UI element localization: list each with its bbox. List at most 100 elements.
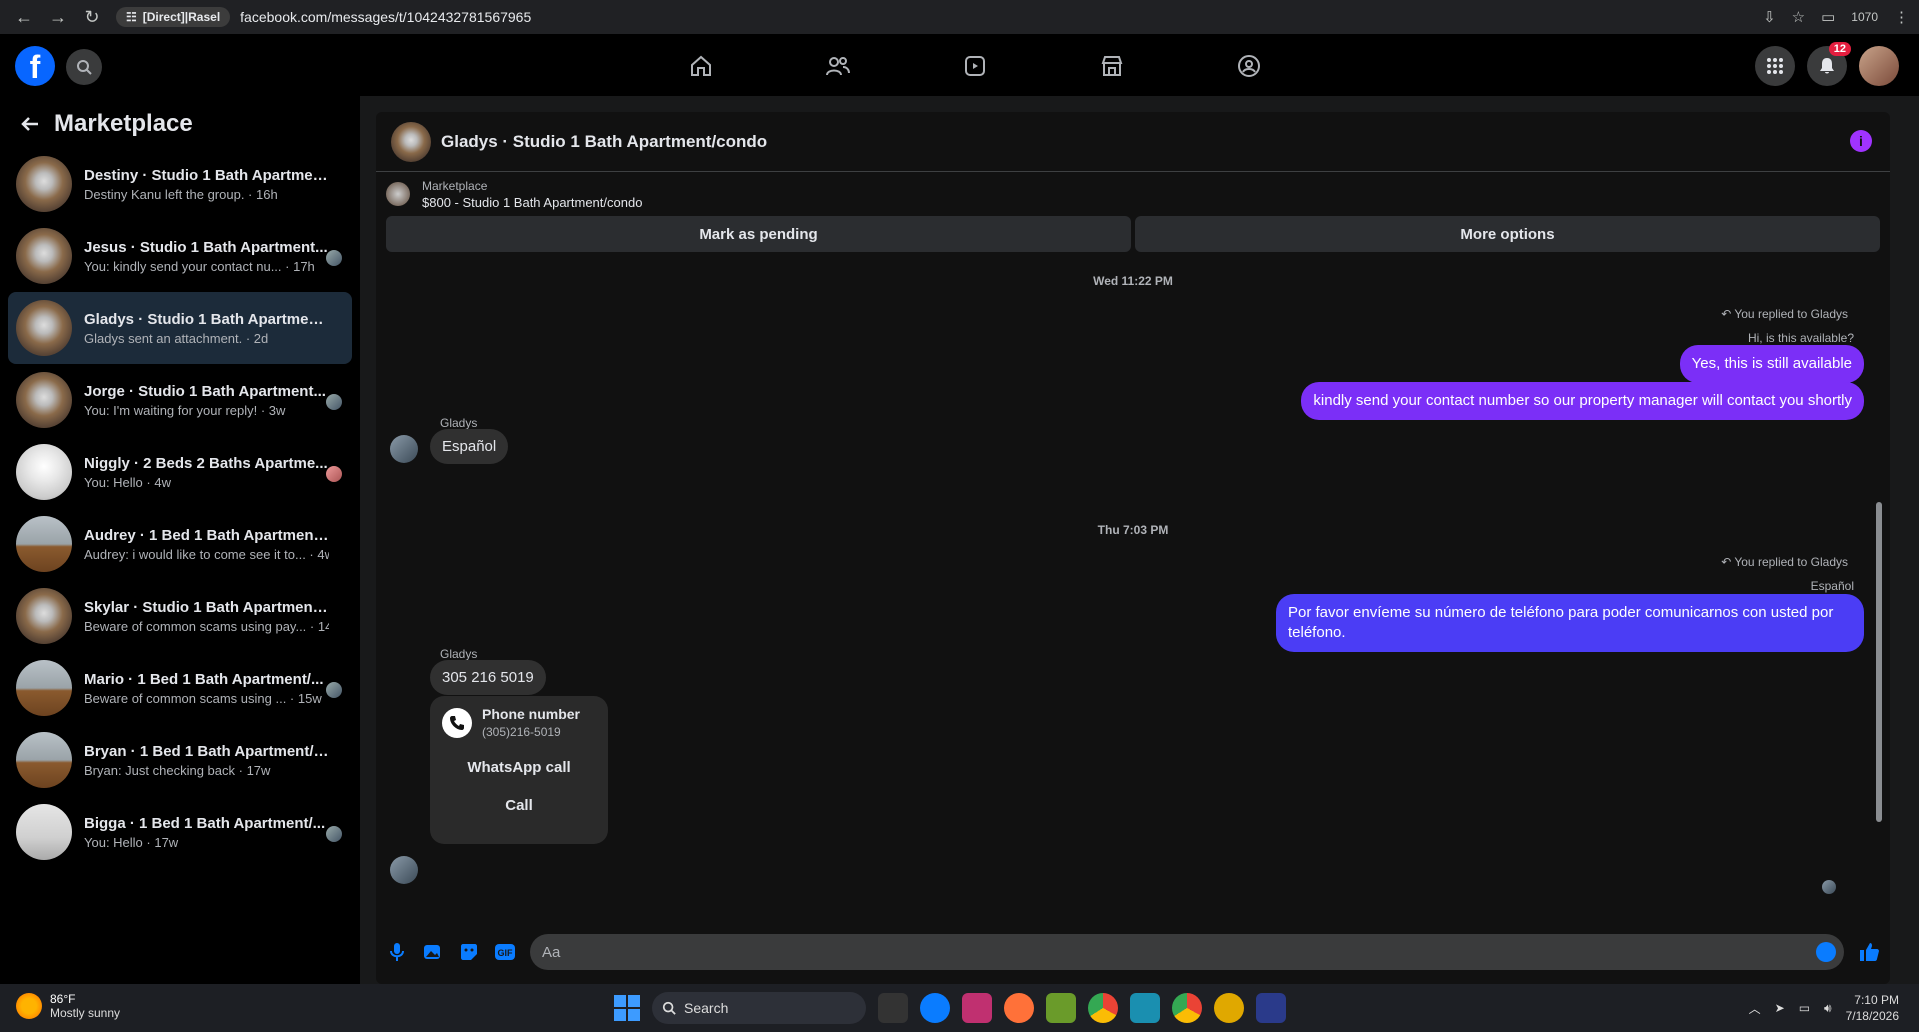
photo-icon[interactable] bbox=[422, 941, 444, 963]
time: 7:10 PM bbox=[1854, 993, 1899, 1007]
listing-thumbnail bbox=[16, 516, 72, 572]
edge-icon[interactable] bbox=[920, 993, 950, 1023]
conversation-preview: You: I'm waiting for your reply! · 3w bbox=[84, 402, 286, 418]
home-icon[interactable] bbox=[632, 46, 769, 86]
profile-avatar[interactable] bbox=[1859, 46, 1899, 86]
sidebar-title: Marketplace bbox=[54, 110, 193, 137]
install-icon[interactable]: ⇩ bbox=[1763, 8, 1776, 26]
emoji-icon[interactable] bbox=[1816, 942, 1836, 962]
conversation-item[interactable]: Mario · 1 Bed 1 Bath Apartment/... Beware… bbox=[8, 652, 352, 724]
marketplace-icon[interactable] bbox=[1043, 46, 1180, 86]
video-icon[interactable] bbox=[906, 46, 1043, 86]
conversation-item[interactable]: Audrey · 1 Bed 1 Bath Apartment/c... Audr… bbox=[8, 508, 352, 580]
outgoing-message[interactable]: Yes, this is still available bbox=[1679, 345, 1864, 383]
chat-title[interactable]: Gladys · Studio 1 Bath Apartment/condo bbox=[441, 132, 767, 152]
call-button[interactable]: Call bbox=[430, 787, 608, 825]
bell-icon bbox=[1820, 58, 1834, 74]
forward-icon[interactable]: → bbox=[44, 3, 72, 31]
chat-avatar[interactable] bbox=[391, 121, 431, 162]
conversation-item[interactable]: Gladys · Studio 1 Bath Apartment/... Glad… bbox=[8, 292, 352, 364]
back-arrow-icon[interactable] bbox=[20, 114, 40, 134]
notepad-icon[interactable] bbox=[1046, 993, 1076, 1023]
conversation-list: Destiny · Studio 1 Bath Apartment... Dest… bbox=[8, 148, 352, 868]
clock[interactable]: 7:10 PM 7/18/2026 bbox=[1846, 992, 1899, 1024]
like-icon[interactable] bbox=[1858, 941, 1880, 963]
outgoing-message[interactable]: Por favor envíeme su número de teléfono … bbox=[1276, 594, 1864, 652]
message-input[interactable]: Aa bbox=[530, 934, 1844, 970]
conversation-item[interactable]: Bigga · 1 Bed 1 Bath Apartment/... You: H… bbox=[8, 796, 352, 868]
facebook-logo-icon[interactable]: f bbox=[15, 46, 55, 86]
quoted-message[interactable]: Español bbox=[1811, 579, 1854, 593]
menu-icon[interactable]: ⋮ bbox=[1894, 8, 1909, 26]
notifications-button[interactable]: 12 bbox=[1807, 42, 1851, 86]
address-bar[interactable]: ☷ [Direct]|Rasel facebook.com/messages/t/… bbox=[116, 3, 1757, 31]
listing-banner[interactable]: Marketplace $800 - Studio 1 Bath Apartme… bbox=[376, 172, 1890, 216]
contact-avatar[interactable] bbox=[390, 856, 418, 884]
chrome-profile-icon[interactable] bbox=[1172, 993, 1202, 1023]
timestamp: Wed 11:22 PM bbox=[1093, 274, 1173, 288]
conversation-item[interactable]: Destiny · Studio 1 Bath Apartment... Dest… bbox=[8, 148, 352, 220]
snipping-tool-icon[interactable] bbox=[962, 993, 992, 1023]
participant-avatar bbox=[326, 394, 342, 410]
scroll-thumb[interactable] bbox=[1876, 502, 1882, 822]
conversation-item[interactable]: Jesus · Studio 1 Bath Apartment... You: k… bbox=[8, 220, 352, 292]
app-s-icon[interactable] bbox=[1130, 993, 1160, 1023]
task-view-icon[interactable] bbox=[878, 993, 908, 1023]
mic-icon[interactable] bbox=[386, 941, 408, 963]
extension-count[interactable]: 1070 bbox=[1851, 10, 1878, 24]
network-icon[interactable]: ▭ bbox=[1799, 1001, 1810, 1015]
sidepanel-icon[interactable]: ▭ bbox=[1821, 8, 1835, 26]
location-icon[interactable]: ➤ bbox=[1775, 1001, 1785, 1015]
url-text[interactable]: facebook.com/messages/t/1042432781567965 bbox=[240, 9, 531, 25]
back-icon[interactable]: ← bbox=[10, 3, 38, 31]
weather-widget[interactable]: 86°F Mostly sunny bbox=[16, 992, 120, 1020]
conversation-item[interactable]: Bryan · 1 Bed 1 Bath Apartment/co... Brya… bbox=[8, 724, 352, 796]
date: 7/18/2026 bbox=[1845, 1009, 1899, 1023]
friends-icon[interactable] bbox=[769, 46, 906, 86]
menu-grid-button[interactable] bbox=[1755, 46, 1795, 86]
outgoing-message[interactable]: kindly send your contact number so our p… bbox=[1301, 382, 1864, 420]
windows-start-icon[interactable] bbox=[614, 995, 640, 1021]
incoming-message[interactable]: 305 216 5019 bbox=[430, 660, 546, 695]
conversation-preview: You: Hello · 17w bbox=[84, 834, 179, 850]
chevron-up-icon[interactable]: ︿ bbox=[1749, 1000, 1761, 1017]
gif-icon[interactable]: GIF bbox=[494, 941, 516, 963]
more-options-button[interactable]: More options bbox=[1135, 216, 1880, 252]
listing-thumbnail bbox=[16, 372, 72, 428]
message-scrollbar[interactable] bbox=[1874, 274, 1882, 904]
participant-avatar bbox=[326, 826, 342, 842]
app-x-icon[interactable] bbox=[1214, 993, 1244, 1023]
app-1870-icon[interactable] bbox=[1256, 993, 1286, 1023]
info-icon[interactable]: i bbox=[1850, 130, 1872, 152]
volume-icon[interactable]: 🔊︎ bbox=[1824, 1001, 1832, 1016]
conversation-preview: You: Hello · 4w bbox=[84, 474, 171, 490]
taskbar-search[interactable]: Search bbox=[652, 992, 866, 1024]
site-chip-label: [Direct]|Rasel bbox=[142, 10, 221, 24]
conversation-name: Bigga · 1 Bed 1 Bath Apartment/... bbox=[84, 814, 326, 832]
participant-avatar bbox=[326, 466, 342, 482]
groups-icon[interactable] bbox=[1180, 46, 1317, 86]
chrome-icon[interactable] bbox=[1088, 993, 1118, 1023]
firefox-icon[interactable] bbox=[1004, 993, 1034, 1023]
quoted-message[interactable]: Hi, is this available? bbox=[1748, 331, 1854, 345]
incoming-message[interactable]: Español bbox=[430, 429, 509, 464]
taskbar-search-label: Search bbox=[684, 1000, 729, 1016]
whatsapp-call-button[interactable]: WhatsApp call bbox=[430, 749, 608, 787]
chat-panel: Gladys · Studio 1 Bath Apartment/condo i… bbox=[376, 112, 1890, 984]
conversation-name: Bryan · 1 Bed 1 Bath Apartment/co... bbox=[84, 742, 329, 760]
star-icon[interactable]: ☆ bbox=[1792, 8, 1805, 26]
mark-pending-button[interactable]: Mark as pending bbox=[386, 216, 1131, 252]
conversation-name: Skylar · Studio 1 Bath Apartment/c... bbox=[84, 598, 329, 616]
conversation-sidebar: Marketplace Destiny · Studio 1 Bath Apar… bbox=[0, 96, 360, 984]
site-chip[interactable]: ☷ [Direct]|Rasel bbox=[116, 7, 231, 27]
conversation-item[interactable]: Skylar · Studio 1 Bath Apartment/c... Bew… bbox=[8, 580, 352, 652]
card-title: Phone number bbox=[482, 706, 581, 722]
reload-icon[interactable]: ↻ bbox=[78, 3, 106, 31]
sticker-icon[interactable] bbox=[458, 941, 480, 963]
contact-avatar[interactable] bbox=[390, 435, 418, 463]
timestamp: Thu 7:03 PM bbox=[1097, 523, 1169, 537]
conversation-item[interactable]: Niggly · 2 Beds 2 Baths Apartme... You: H… bbox=[8, 436, 352, 508]
search-button[interactable] bbox=[66, 49, 102, 85]
conversation-item[interactable]: Jorge · Studio 1 Bath Apartment... You: I… bbox=[8, 364, 352, 436]
conversation-name: Audrey · 1 Bed 1 Bath Apartment/c... bbox=[84, 526, 329, 544]
